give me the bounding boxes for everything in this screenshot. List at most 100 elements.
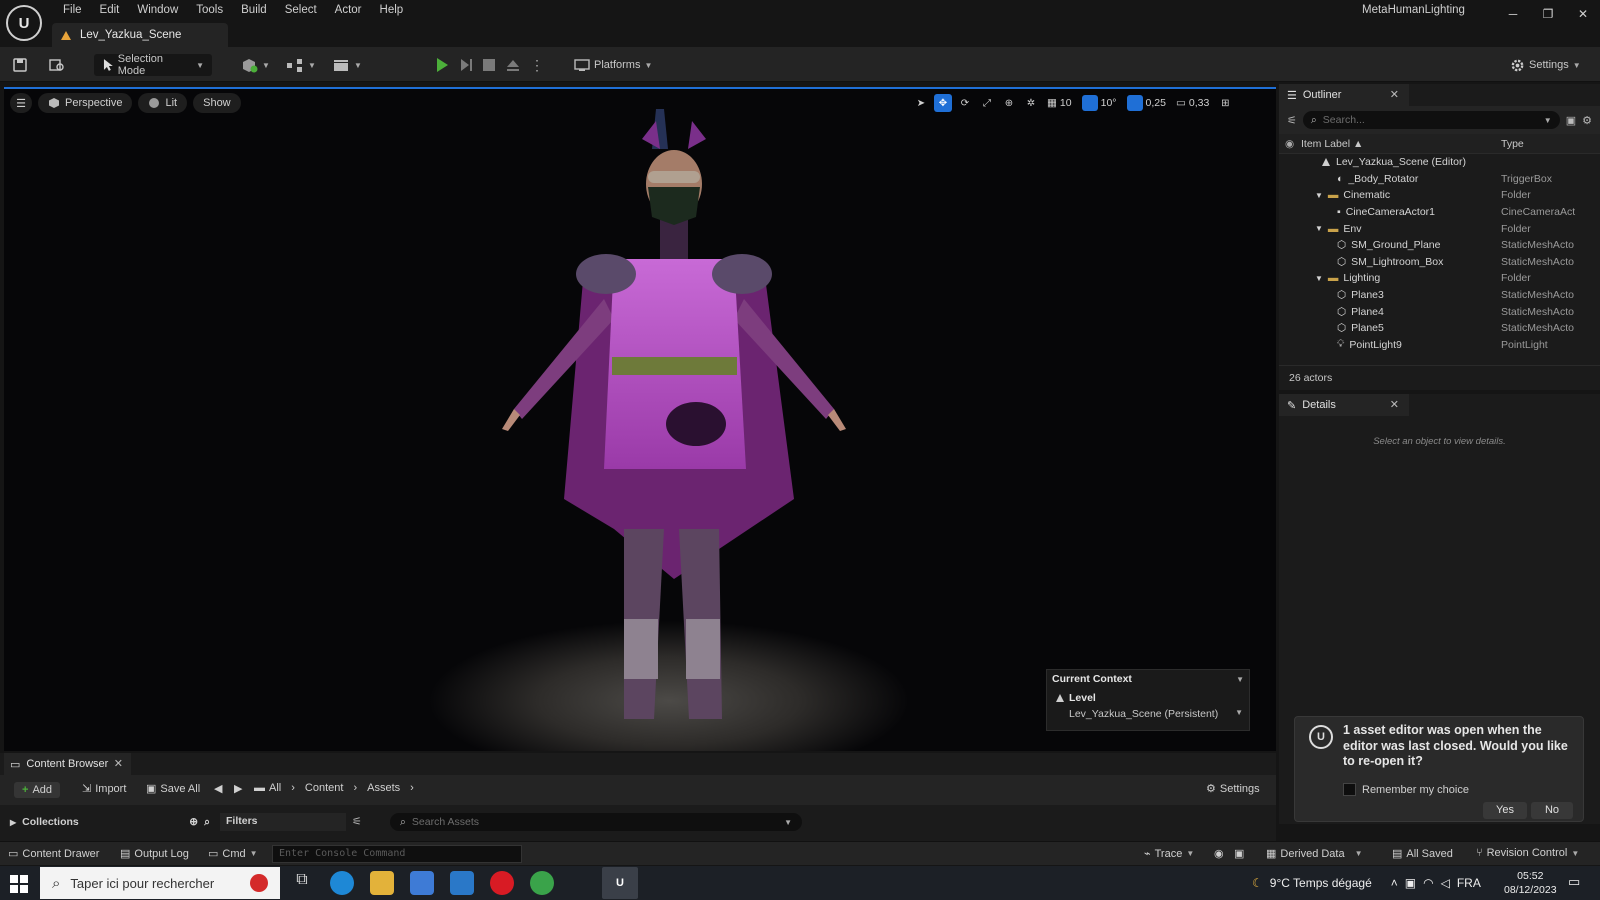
save-all-button[interactable]: ▣ Save All xyxy=(146,782,200,796)
chevron-up-icon[interactable]: ˄ xyxy=(1391,876,1398,890)
column-type[interactable]: Type xyxy=(1501,138,1524,150)
menu-window[interactable]: Window xyxy=(128,2,187,18)
edge-icon[interactable] xyxy=(330,871,354,895)
chrome-icon[interactable] xyxy=(530,871,554,895)
hamburger-menu-icon[interactable]: ☰ xyxy=(10,93,32,113)
content-browser-tab[interactable]: ▭ Content Browser ✕ xyxy=(4,753,131,775)
eject-button[interactable] xyxy=(506,54,520,76)
show-button[interactable]: Show xyxy=(193,93,241,113)
add-collection-icon[interactable]: ⊕ xyxy=(189,816,198,828)
tree-row[interactable]: 💡︎ PointLight9 PointLight xyxy=(1279,337,1600,354)
filters-section[interactable]: Filters xyxy=(220,813,346,831)
checkbox-box[interactable] xyxy=(1343,783,1356,796)
menu-edit[interactable]: Edit xyxy=(91,2,129,18)
add-actor-button[interactable]: ▼ xyxy=(240,54,270,76)
wifi-icon[interactable]: ◠ xyxy=(1423,876,1433,890)
rotation-snap[interactable]: 10° xyxy=(1079,95,1120,111)
selection-mode-dropdown[interactable]: Selection Mode ▼ xyxy=(94,53,212,77)
minimize-icon[interactable]: ─ xyxy=(1498,4,1528,24)
scale-tool-icon[interactable]: ⤢ xyxy=(978,94,996,112)
mail-icon[interactable] xyxy=(450,871,474,895)
chevron-down-icon[interactable]: ▼ xyxy=(1315,274,1323,283)
tree-row[interactable]: ▼ ▬ Env Folder xyxy=(1279,220,1600,237)
no-button[interactable]: No xyxy=(1531,802,1573,819)
content-drawer-button[interactable]: ▭ Content Drawer xyxy=(8,847,99,861)
tree-row[interactable]: ⬡ Plane4 StaticMeshActo xyxy=(1279,303,1600,320)
breadcrumb-all[interactable]: All xyxy=(269,782,281,794)
select-tool-icon[interactable]: ➤ xyxy=(912,94,930,112)
close-icon[interactable]: ✕ xyxy=(1390,88,1399,101)
opera-icon[interactable] xyxy=(490,871,514,895)
language-indicator[interactable]: FRA xyxy=(1457,876,1481,890)
cmd-dropdown[interactable]: ▭ Cmd ▼ xyxy=(208,847,258,861)
close-icon[interactable]: ✕ xyxy=(1568,4,1598,24)
trace-dropdown[interactable]: ⌁ Trace ▼ xyxy=(1144,847,1194,861)
tree-row[interactable]: Lev_Yazkua_Scene (Editor) xyxy=(1279,154,1600,171)
menu-help[interactable]: Help xyxy=(371,2,413,18)
restore-icon[interactable]: ❐ xyxy=(1533,4,1563,24)
network-icon[interactable]: ▣ xyxy=(1405,876,1416,890)
weather-text[interactable]: 9°C Temps dégagé xyxy=(1270,876,1372,890)
move-tool-icon[interactable]: ✥ xyxy=(934,94,952,112)
collections-section[interactable]: ▶ Collections ⊕ ⌕ xyxy=(10,813,210,831)
output-log-button[interactable]: ▤ Output Log xyxy=(120,847,189,861)
stop-button[interactable] xyxy=(482,54,496,76)
tree-row[interactable]: ⬡ Plane5 StaticMeshActo xyxy=(1279,320,1600,337)
chevron-down-icon[interactable]: ▼ xyxy=(1315,224,1323,233)
task-view-icon[interactable]: ⧉ xyxy=(290,871,314,895)
level-tab[interactable]: Lev_Yazkua_Scene xyxy=(52,23,228,47)
breadcrumb-assets[interactable]: Assets xyxy=(367,782,400,794)
save-icon[interactable] xyxy=(12,54,28,76)
close-icon[interactable]: ✕ xyxy=(114,757,123,770)
surface-snap-icon[interactable]: ✲ xyxy=(1022,94,1040,112)
filter-icon[interactable]: ⚟ xyxy=(352,815,362,828)
world-space-icon[interactable]: ⊕ xyxy=(1000,94,1018,112)
platforms-dropdown[interactable]: Platforms ▼ xyxy=(570,54,656,76)
remember-choice-checkbox[interactable]: Remember my choice xyxy=(1343,783,1469,796)
filter-icon[interactable]: ⚟ xyxy=(1287,114,1297,127)
derived-data-dropdown[interactable]: ▦ Derived Data ▼ xyxy=(1266,847,1363,861)
import-button[interactable]: ⇲ Import xyxy=(82,782,126,796)
tree-row[interactable]: ▼ ▬ Cinematic Folder xyxy=(1279,187,1600,204)
scale-snap[interactable]: 0,25 xyxy=(1124,95,1169,111)
details-tab[interactable]: ✎ Details ✕ xyxy=(1279,394,1409,416)
file-explorer-icon[interactable] xyxy=(370,871,394,895)
breadcrumb-content[interactable]: Content xyxy=(305,782,344,794)
taskbar-search-box[interactable]: ⌕ Taper ici pour rechercher xyxy=(40,867,280,899)
tree-row[interactable]: ⬡ SM_Ground_Plane StaticMeshActo xyxy=(1279,237,1600,254)
lit-button[interactable]: Lit xyxy=(138,93,188,113)
windows-start-icon[interactable] xyxy=(10,875,28,893)
content-browser-settings[interactable]: ⚙ Settings xyxy=(1206,782,1260,796)
tree-row[interactable]: ◐ _Body_Rotator TriggerBox xyxy=(1279,171,1600,188)
yes-button[interactable]: Yes xyxy=(1483,802,1527,819)
notification-center-icon[interactable]: ▭ xyxy=(1568,874,1580,890)
screenshot-icon[interactable]: ▣ xyxy=(1234,847,1244,860)
record-icon[interactable]: ◉ xyxy=(1214,847,1224,860)
search-icon[interactable]: ⌕ xyxy=(204,816,210,829)
all-saved-button[interactable]: ▤ All Saved xyxy=(1392,847,1453,861)
tree-row[interactable]: ▪ CineCameraActor1 CineCameraAct xyxy=(1279,204,1600,221)
tree-row[interactable]: ⬡ SM_Lightroom_Box StaticMeshActo xyxy=(1279,254,1600,271)
menu-file[interactable]: File xyxy=(54,2,91,18)
settings-dropdown[interactable]: Settings ▼ xyxy=(1510,54,1581,76)
column-item-label[interactable]: Item Label ▲ xyxy=(1279,138,1501,150)
play-options-icon[interactable]: ⋮ xyxy=(530,54,544,76)
menu-build[interactable]: Build xyxy=(232,2,276,18)
rotate-tool-icon[interactable]: ⟳ xyxy=(956,94,974,112)
current-level-dropdown[interactable]: Lev_Yazkua_Scene (Persistent) ▼ xyxy=(1069,708,1243,720)
chevron-down-icon[interactable]: ▼ xyxy=(1236,675,1244,684)
close-icon[interactable]: ✕ xyxy=(1390,398,1399,411)
menu-actor[interactable]: Actor xyxy=(326,2,371,18)
unreal-logo-icon[interactable]: U xyxy=(6,5,42,41)
tree-row[interactable]: ▼ ▬ Lighting Folder xyxy=(1279,270,1600,287)
history-forward-icon[interactable]: ▶ xyxy=(234,782,242,795)
console-command-input[interactable]: Enter Console Command xyxy=(272,845,522,863)
blueprint-button[interactable]: ▼ xyxy=(286,54,316,76)
menu-select[interactable]: Select xyxy=(276,2,326,18)
advance-frame-button[interactable] xyxy=(458,54,474,76)
unreal-editor-taskbar-icon[interactable]: U xyxy=(602,867,638,899)
cinematics-button[interactable]: ▼ xyxy=(332,54,362,76)
tree-row[interactable]: ⬡ Plane3 StaticMeshActo xyxy=(1279,287,1600,304)
chevron-down-icon[interactable]: ▼ xyxy=(1315,191,1323,200)
camera-speed[interactable]: ▭ 0,33 xyxy=(1173,97,1212,109)
